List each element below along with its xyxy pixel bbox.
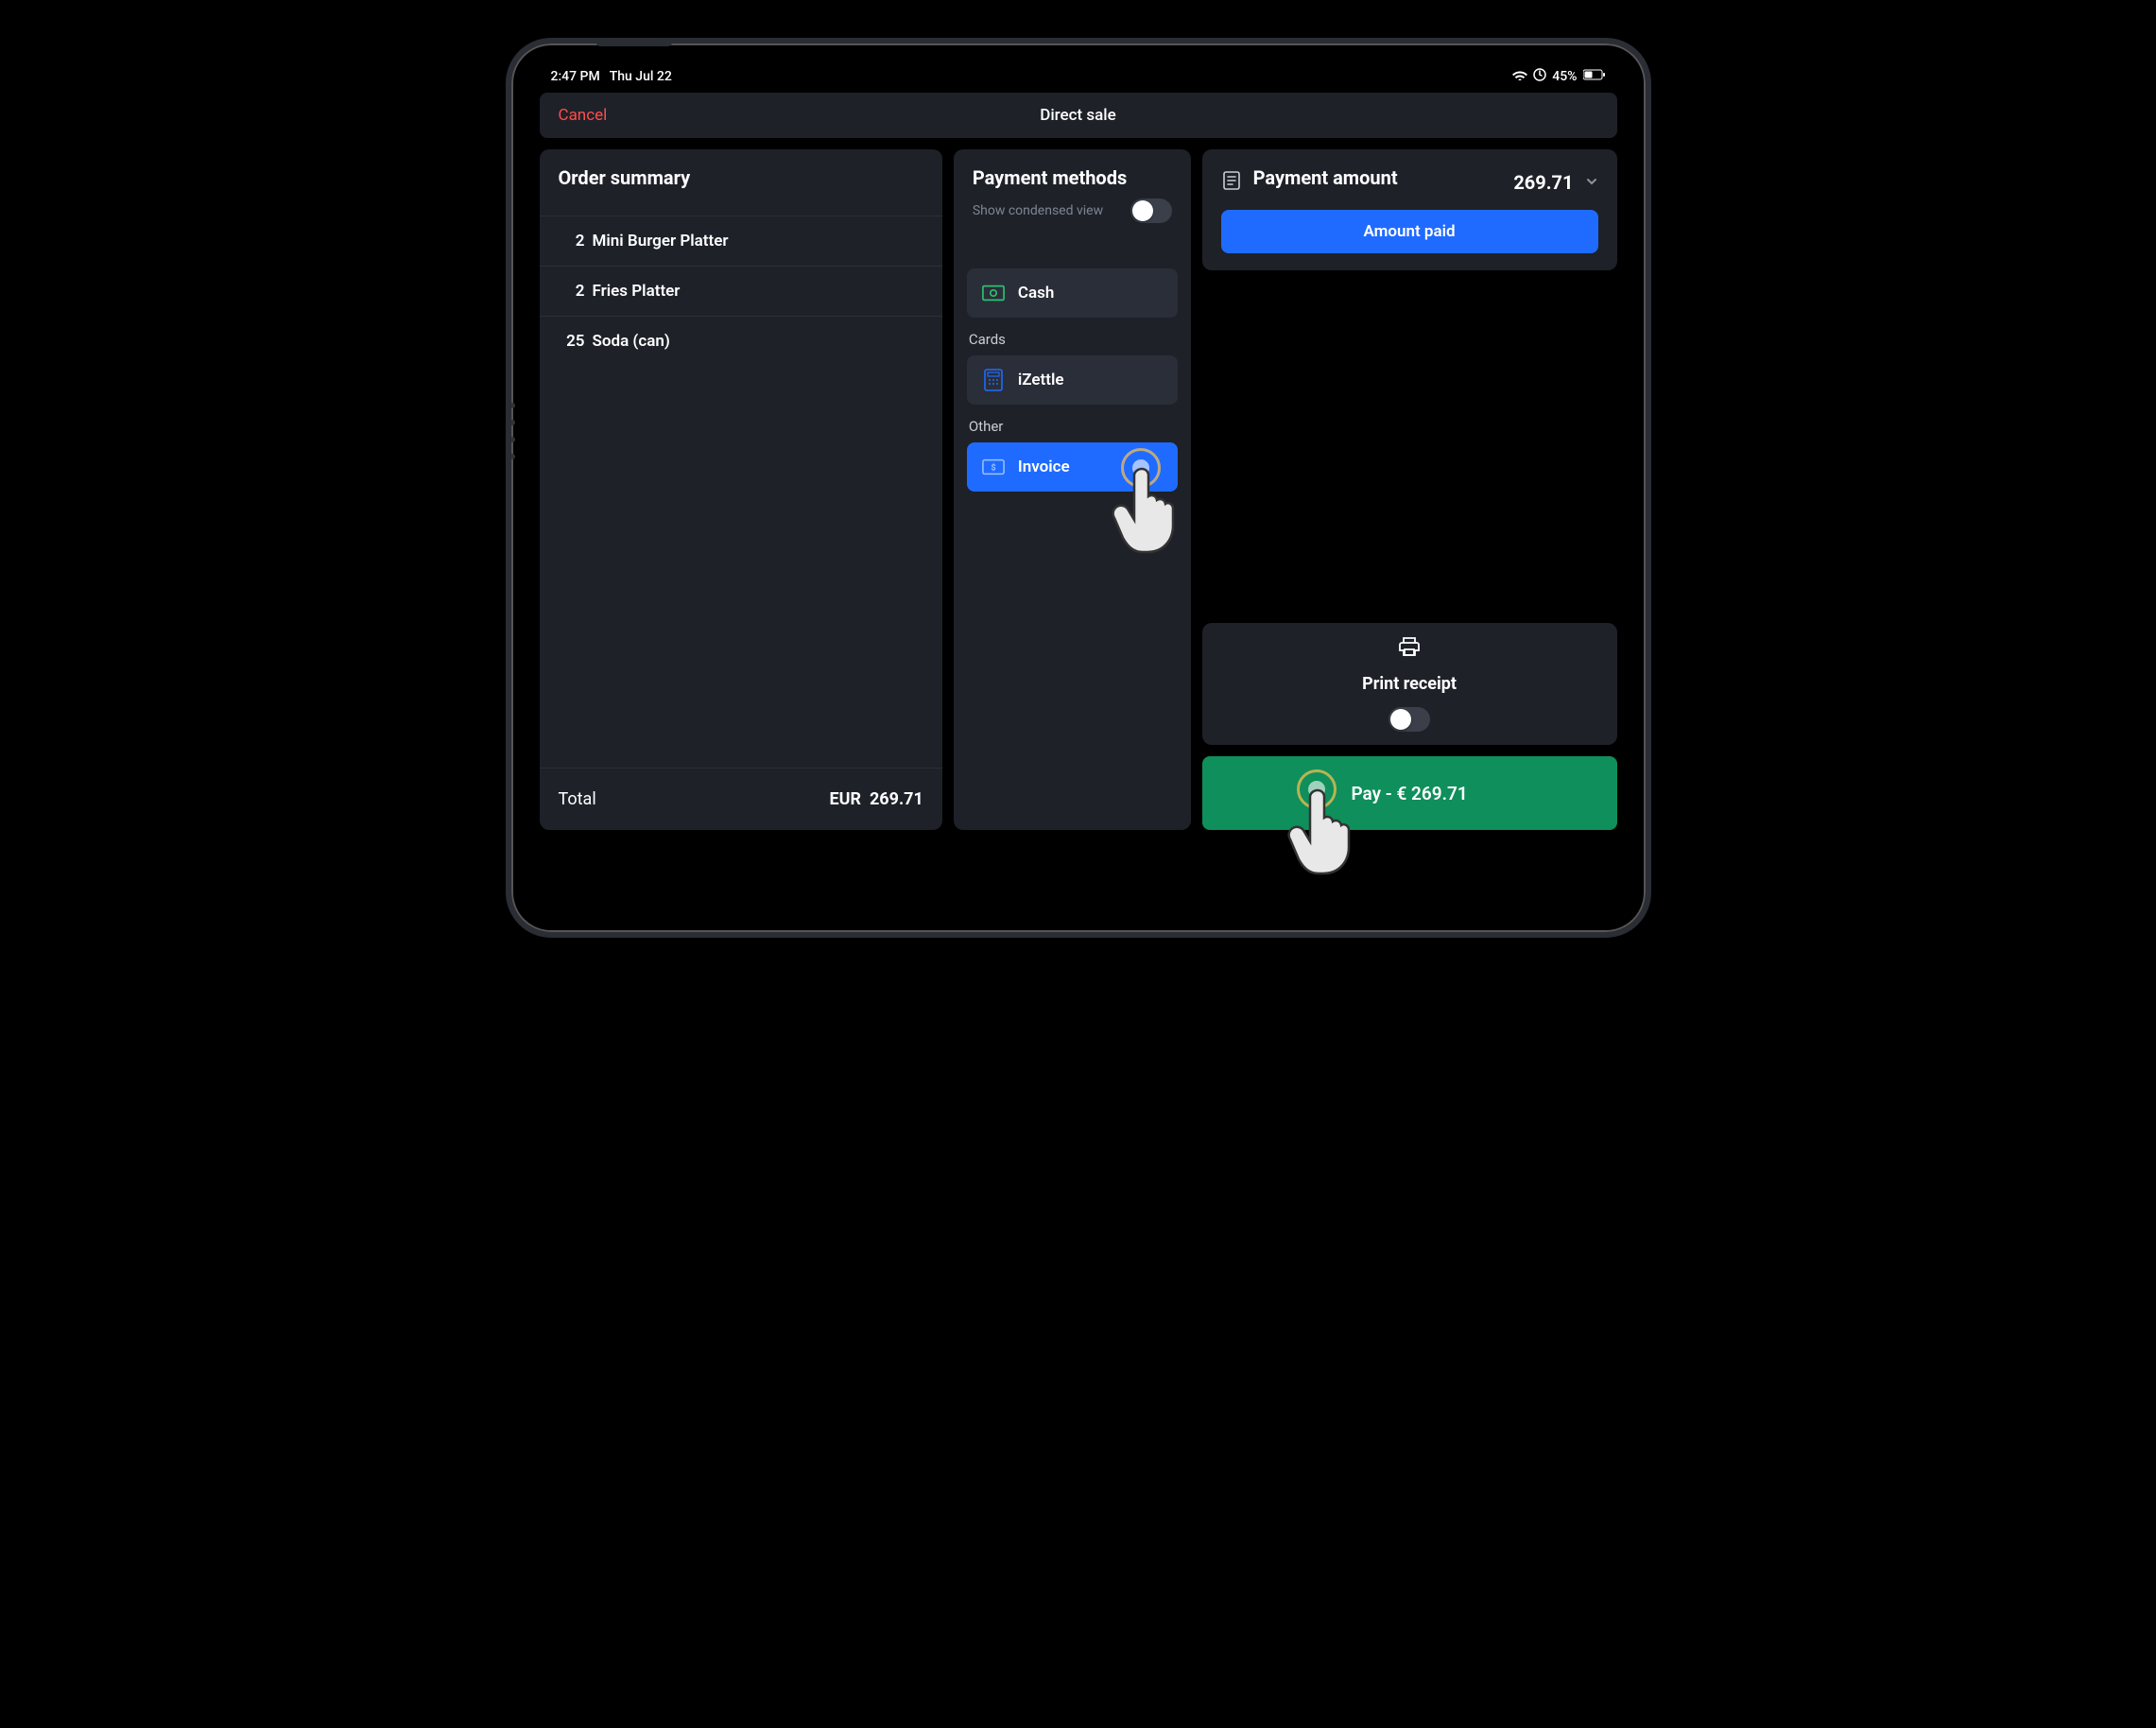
- order-line-item[interactable]: 25 Soda (can): [540, 317, 942, 366]
- calculator-icon: [982, 372, 1005, 389]
- print-receipt-label: Print receipt: [1362, 674, 1457, 694]
- battery-icon: [1583, 69, 1606, 84]
- screen: 2:47 PM Thu Jul 22 45% Cancel Direct sal…: [528, 60, 1629, 915]
- orientation-lock-icon: [1533, 68, 1546, 85]
- order-items: 2 Mini Burger Platter 2 Fries Platter 25…: [540, 216, 942, 366]
- cash-icon: [982, 285, 1005, 302]
- print-receipt-row: Print receipt: [1202, 623, 1617, 745]
- item-name: Fries Platter: [593, 282, 681, 301]
- cancel-button[interactable]: Cancel: [559, 106, 608, 125]
- printer-icon: [1398, 636, 1421, 661]
- payment-methods-heading: Payment methods: [973, 166, 1172, 189]
- payment-amount-heading: Payment amount: [1253, 166, 1503, 189]
- status-bar: 2:47 PM Thu Jul 22 45%: [528, 60, 1629, 93]
- total-label: Total: [559, 789, 596, 809]
- cards-section-label: Cards: [969, 331, 1178, 348]
- amount-paid-button[interactable]: Amount paid: [1221, 210, 1598, 253]
- method-label: Invoice: [1018, 458, 1070, 476]
- pay-button[interactable]: Pay - € 269.71: [1202, 756, 1617, 830]
- method-label: Cash: [1018, 284, 1054, 302]
- receipt-icon: [1221, 170, 1242, 195]
- pay-button-label: Pay - € 269.71: [1351, 783, 1467, 804]
- device-side-controls: [509, 403, 515, 459]
- item-name: Mini Burger Platter: [593, 232, 729, 251]
- device-notch: [596, 41, 672, 46]
- touch-indicator: [1121, 448, 1161, 488]
- tablet-frame: 2:47 PM Thu Jul 22 45% Cancel Direct sal…: [506, 38, 1651, 938]
- invoice-icon: $: [982, 458, 1005, 475]
- wifi-icon: [1512, 69, 1527, 84]
- page-title: Direct sale: [1040, 106, 1116, 125]
- svg-text:$: $: [991, 463, 995, 474]
- payment-method-invoice[interactable]: $ Invoice: [967, 442, 1178, 492]
- hand-pointer-icon: [1110, 459, 1195, 563]
- item-qty: 25: [559, 332, 585, 351]
- payment-methods-panel: Payment methods Show condensed view Cash: [954, 149, 1191, 830]
- order-total-row: Total EUR 269.71: [540, 768, 942, 830]
- item-name: Soda (can): [593, 332, 670, 351]
- order-line-item[interactable]: 2 Mini Burger Platter: [540, 216, 942, 267]
- status-date: Thu Jul 22: [610, 69, 672, 84]
- other-section-label: Other: [969, 418, 1178, 435]
- battery-percent: 45%: [1552, 69, 1577, 84]
- print-receipt-toggle[interactable]: [1388, 707, 1430, 732]
- condensed-view-toggle[interactable]: [1130, 199, 1172, 223]
- payment-amount-panel: Payment amount 269.71 Amount paid: [1202, 149, 1617, 270]
- payment-method-cash[interactable]: Cash: [967, 268, 1178, 318]
- status-time: 2:47 PM: [551, 69, 600, 84]
- touch-indicator: [1297, 769, 1337, 809]
- item-qty: 2: [559, 232, 585, 251]
- condensed-view-label: Show condensed view: [973, 203, 1103, 218]
- order-summary-panel: Order summary 2 Mini Burger Platter 2 Fr…: [540, 149, 942, 830]
- payment-amount-value[interactable]: 269.71: [1513, 171, 1573, 194]
- total-currency: EUR: [830, 789, 862, 809]
- nav-bar: Cancel Direct sale: [540, 93, 1617, 138]
- order-summary-heading: Order summary: [559, 166, 923, 189]
- order-line-item[interactable]: 2 Fries Platter: [540, 267, 942, 317]
- item-qty: 2: [559, 282, 585, 301]
- total-amount: 269.71: [870, 789, 923, 809]
- method-label: iZettle: [1018, 371, 1064, 389]
- payment-method-izettle[interactable]: iZettle: [967, 355, 1178, 405]
- chevron-down-icon[interactable]: [1585, 174, 1598, 192]
